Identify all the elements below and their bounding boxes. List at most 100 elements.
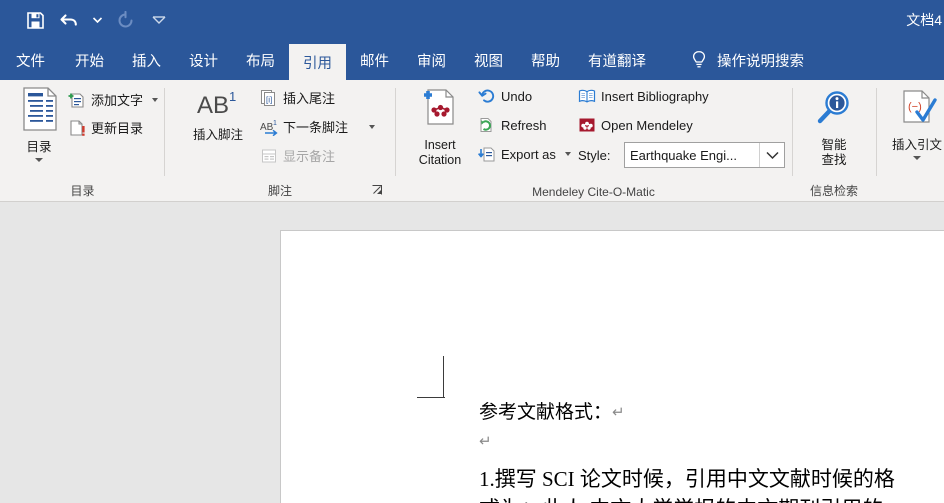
insert-footnote-label: 插入脚注: [192, 128, 243, 142]
tab-help[interactable]: 帮助: [517, 40, 574, 80]
ribbon-group-mendeley: Insert Citation Undo Refresh Export as I…: [396, 80, 791, 201]
mendeley-refresh-label: Refresh: [501, 117, 547, 133]
update-toc-button[interactable]: 更新目录: [68, 118, 143, 137]
document-page[interactable]: 参考文献格式：↵ ↵ 1.撰写 SCI 论文时候，引用中文文献时候的格 式为：此…: [280, 230, 944, 503]
style-label: Style:: [578, 148, 611, 163]
redo-icon: [116, 10, 135, 30]
word-window: 文档4 文件 开始 插入 设计 布局 引用 邮件 审阅 视图 帮助 有道翻译 操…: [0, 0, 944, 503]
insert-citation-label-line2: Citation: [418, 153, 462, 167]
document-paragraph-heading[interactable]: 参考文献格式：↵: [479, 397, 625, 424]
smart-lookup-label-line1: 智能: [821, 138, 847, 152]
text-boundary-mark: [417, 356, 479, 398]
toc-button-label: 目录: [26, 140, 52, 154]
mendeley-undo-button[interactable]: Undo: [478, 87, 532, 105]
tab-mailings[interactable]: 邮件: [346, 40, 403, 80]
paragraph-text: 参考文献格式：: [479, 402, 613, 423]
document-workspace[interactable]: 参考文献格式：↵ ↵ 1.撰写 SCI 论文时候，引用中文文献时候的格 式为：此…: [0, 202, 944, 503]
tab-youdao-translate[interactable]: 有道翻译: [574, 40, 660, 80]
insert-citation-button[interactable]: Insert Citation: [406, 86, 474, 168]
smart-lookup-label-line2: 查找: [821, 153, 847, 167]
citation-style-combobox[interactable]: Earthquake Engi...: [624, 142, 785, 168]
toc-button[interactable]: 目录: [10, 86, 68, 162]
add-text-label: 添加文字: [91, 93, 144, 108]
footnotes-group-label: 脚注: [267, 184, 292, 198]
ribbon-tabs: 文件 开始 插入 设计 布局 引用 邮件 审阅 视图 帮助 有道翻译: [0, 40, 660, 80]
export-icon: [477, 145, 496, 163]
svg-text:[i]: [i]: [266, 95, 272, 104]
undo-button[interactable]: [52, 5, 86, 35]
svg-text:1: 1: [273, 120, 277, 127]
refresh-icon: [478, 116, 496, 134]
insert-bibliography-button[interactable]: Insert Bibliography: [578, 87, 709, 105]
document-paragraph-empty[interactable]: ↵: [479, 431, 492, 453]
paragraph-mark: ↵: [612, 404, 625, 421]
tab-references[interactable]: 引用: [289, 44, 346, 80]
tab-insert[interactable]: 插入: [118, 40, 175, 80]
insert-bibliography-label: Insert Bibliography: [601, 88, 709, 104]
next-footnote-label: 下一条脚注: [283, 120, 349, 135]
show-notes-icon: [260, 147, 278, 165]
tab-design[interactable]: 设计: [175, 40, 232, 80]
add-text-button[interactable]: 添加文字: [68, 90, 159, 109]
toc-group-label: 目录: [70, 184, 95, 198]
chevron-down-icon: [152, 15, 166, 25]
smart-lookup-button[interactable]: 智能 查找: [805, 88, 863, 168]
research-group-label: 信息检索: [809, 184, 858, 198]
chevron-down-icon[interactable]: [369, 124, 376, 129]
show-notes-button: 显示备注: [260, 146, 335, 165]
tab-view[interactable]: 视图: [460, 40, 517, 80]
chevron-down-icon[interactable]: [564, 152, 571, 156]
ribbon: 目录 添加文字 更新目录 目录 AB 1 插入脚注 [i] 插入尾注 AB 1 …: [0, 80, 944, 202]
title-bar: 文档4: [0, 0, 944, 40]
save-button[interactable]: [18, 5, 52, 35]
svg-text:1: 1: [229, 89, 236, 104]
chevron-down-icon: [92, 17, 102, 23]
next-footnote-icon: AB 1: [260, 118, 278, 136]
smart-lookup-icon: [813, 88, 855, 135]
tell-me-search[interactable]: 操作说明搜索: [690, 40, 804, 80]
tab-review[interactable]: 审阅: [403, 40, 460, 80]
tell-me-label: 操作说明搜索: [717, 53, 804, 70]
paragraph-text: 1.撰写 SCI 论文时候，引用中文文献时候的格: [479, 467, 895, 491]
undo-circular-icon: [478, 87, 496, 105]
insert-footnote-button[interactable]: AB 1 插入脚注: [181, 88, 255, 143]
customize-qat-button[interactable]: [142, 5, 176, 35]
insert-citation-icon: [419, 86, 461, 135]
chevron-down-icon[interactable]: [152, 97, 159, 102]
document-paragraph-body-2[interactable]: 式为：此人 中文大学学报的中文期刊引用的: [479, 493, 883, 503]
ribbon-group-research: 智能 查找 信息检索: [793, 80, 875, 201]
bibliography-book-icon: [578, 87, 596, 105]
open-mendeley-button[interactable]: Open Mendeley: [578, 116, 693, 134]
update-toc-icon: [68, 119, 86, 137]
mendeley-logo-icon: [578, 116, 596, 134]
quick-access-toolbar: [18, 0, 176, 40]
tab-file[interactable]: 文件: [0, 40, 61, 80]
footnotes-dialog-launcher[interactable]: [371, 184, 385, 198]
insert-endnote-citation-label: 插入引文: [891, 138, 942, 152]
mendeley-refresh-button[interactable]: Refresh: [478, 116, 547, 134]
insert-endnote-button[interactable]: [i] 插入尾注: [260, 88, 335, 107]
update-toc-label: 更新目录: [91, 121, 144, 136]
next-footnote-button[interactable]: AB 1 下一条脚注: [260, 117, 376, 136]
svg-text:AB: AB: [197, 92, 229, 119]
ribbon-group-toc: 目录 添加文字 更新目录 目录: [0, 80, 165, 201]
chevron-down-icon[interactable]: [913, 156, 921, 160]
table-of-contents-icon: [17, 86, 61, 137]
show-notes-label: 显示备注: [283, 149, 336, 164]
mendeley-export-as-button[interactable]: Export as: [477, 145, 571, 163]
mendeley-undo-label: Undo: [501, 88, 533, 104]
tab-layout[interactable]: 布局: [232, 40, 289, 80]
chevron-down-icon[interactable]: [35, 158, 43, 162]
undo-icon: [59, 11, 79, 29]
insert-endnote-icon: [i]: [260, 89, 278, 107]
undo-dropdown-button[interactable]: [86, 5, 108, 35]
svg-text:AB: AB: [260, 122, 274, 133]
mendeley-export-as-label: Export as: [501, 146, 556, 162]
document-paragraph-body-1[interactable]: 1.撰写 SCI 论文时候，引用中文文献时候的格: [479, 463, 895, 493]
save-icon: [26, 11, 45, 30]
insert-footnote-icon: AB 1: [194, 88, 242, 125]
tab-home[interactable]: 开始: [61, 40, 118, 80]
insert-endnote-citation-button[interactable]: (−) 插入引文: [885, 88, 944, 160]
chevron-down-icon[interactable]: [759, 143, 784, 167]
lightbulb-icon: [690, 50, 708, 70]
